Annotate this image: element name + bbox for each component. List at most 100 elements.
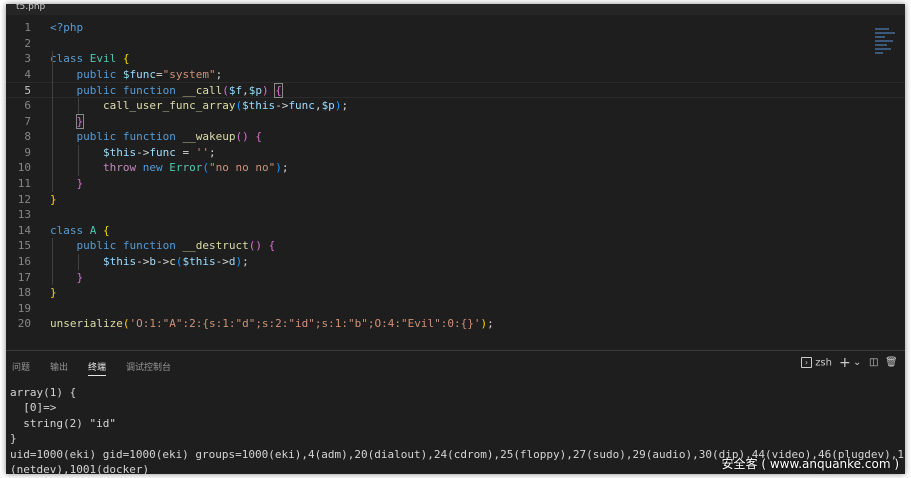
line-number: 3	[24, 52, 31, 66]
code-token: ''	[195, 145, 209, 159]
code-token: {	[103, 223, 110, 237]
trash-icon[interactable]: 🗑	[885, 357, 898, 368]
indent-guide	[78, 144, 79, 176]
terminal-toolbar: › zsh + ⌄ ◫ 🗑	[801, 356, 898, 375]
code-text: public $func="system";	[50, 67, 223, 83]
code-token: =	[175, 145, 196, 159]
code-token: function	[122, 239, 183, 253]
code-line[interactable]: 1 <?php	[6, 20, 905, 36]
code-line[interactable]: 13	[6, 207, 905, 223]
code-token: {	[268, 239, 276, 253]
line-number: 5	[24, 84, 31, 98]
code-line[interactable]: 2	[6, 36, 905, 52]
code-token: {	[274, 83, 283, 99]
code-line[interactable]: 9 $this->func = '';	[6, 145, 905, 161]
split-terminal-icon[interactable]: ◫	[869, 357, 878, 368]
code-line[interactable]: 8 public function __wakeup() {	[6, 129, 905, 145]
line-number: 4	[24, 67, 31, 81]
code-line[interactable]: 4 public $func="system";	[6, 67, 905, 83]
code-line[interactable]: 10 throw new Error("no no no");	[6, 160, 905, 176]
code-token: }	[50, 286, 57, 300]
indent-guide	[52, 51, 53, 192]
code-token: class	[50, 52, 90, 66]
code-token: ;	[208, 145, 216, 159]
code-token: Error	[169, 161, 203, 175]
code-token: public	[76, 239, 123, 253]
code-text: }	[50, 270, 84, 286]
code-token: $this	[102, 255, 137, 268]
code-token: public	[76, 84, 123, 98]
tab-debug-console[interactable]: 调试控制台	[126, 360, 171, 373]
code-text: public function __call($f,$p) {	[50, 83, 283, 99]
code-token: (	[202, 161, 209, 175]
code-text: class A {	[50, 223, 110, 239]
code-token: $p	[248, 84, 262, 98]
code-token: ,	[242, 84, 249, 98]
editor-tab-bar: t5.php	[6, 4, 905, 15]
tab-problems[interactable]: 问题	[12, 360, 30, 373]
code-line[interactable]: 3 class Evil {	[6, 51, 905, 67]
code-token: ;	[215, 67, 223, 81]
terminal-selector[interactable]: › zsh	[801, 357, 832, 369]
code-token: unserialize	[50, 317, 123, 331]
code-text: call_user_func_array($this->func,$p);	[50, 98, 348, 114]
code-line[interactable]: 17 }	[6, 270, 905, 286]
code-line[interactable]: 7 }	[6, 113, 905, 130]
code-line[interactable]: 15 public function __destruct() {	[6, 238, 905, 254]
code-token: ;	[281, 161, 289, 175]
code-token: ()	[235, 130, 249, 144]
code-line[interactable]: 5 public function __call($f,$p) {	[6, 82, 905, 99]
tab-output[interactable]: 输出	[50, 360, 68, 373]
code-text: throw new Error("no no no");	[50, 160, 288, 176]
code-line[interactable]: 19	[6, 301, 905, 317]
code-token: ;	[487, 317, 494, 331]
code-token: Evil	[89, 52, 117, 66]
line-number: 15	[17, 239, 31, 253]
code-text: class Evil {	[50, 51, 130, 67]
code-token: public	[76, 130, 123, 144]
tab-terminal[interactable]: 终端	[88, 360, 107, 376]
code-text: $this->b->c($this->d);	[50, 254, 249, 270]
line-number: 13	[17, 208, 31, 222]
code-token: "no no no"	[208, 161, 276, 175]
code-token: }	[76, 177, 84, 190]
code-token: ;	[341, 99, 349, 112]
code-token: $p	[321, 99, 335, 112]
code-token: b	[149, 255, 156, 268]
code-line[interactable]: 16 $this->b->c($this->d);	[6, 254, 905, 270]
code-token: }	[75, 113, 85, 129]
vscode-window: t5.php 1 <?php 2 3 class Evil {4 public $fun…	[6, 4, 905, 474]
code-line[interactable]: 6 call_user_func_array($this->func,$p);	[6, 98, 905, 114]
add-terminal-button[interactable]: +	[839, 356, 851, 370]
code-token: func	[149, 145, 176, 159]
code-line[interactable]: 12}	[6, 192, 905, 208]
code-token: new	[142, 161, 170, 175]
code-editor[interactable]: 1 <?php 2 3 class Evil {4 public $func="syst…	[6, 16, 905, 350]
line-number: 2	[24, 36, 31, 50]
line-number: 17	[17, 270, 31, 284]
code-line[interactable]: 11 }	[6, 176, 905, 192]
code-line[interactable]: 18}	[6, 285, 905, 301]
code-token: "system"	[162, 67, 216, 81]
code-token: ->	[136, 145, 150, 159]
code-text: public function __wakeup() {	[50, 129, 262, 145]
code-line[interactable]: 14 class A {	[6, 223, 905, 239]
chevron-down-icon[interactable]: ⌄	[853, 357, 861, 368]
code-line[interactable]: 20 unserialize('O:1:"A":2:{s:1:"d";s:2:"i…	[6, 316, 905, 332]
code-text: }	[50, 176, 84, 192]
line-number: 1	[24, 21, 31, 34]
code-text: <?php	[50, 20, 83, 36]
code-token: call_user_func_array	[102, 99, 236, 112]
code-token: {	[255, 130, 262, 144]
file-tab-t5-php[interactable]: t5.php	[16, 4, 45, 12]
line-number: 18	[17, 286, 31, 300]
indent-guide	[52, 238, 53, 286]
code-token: =	[155, 67, 163, 81]
line-number: 7	[24, 114, 31, 128]
